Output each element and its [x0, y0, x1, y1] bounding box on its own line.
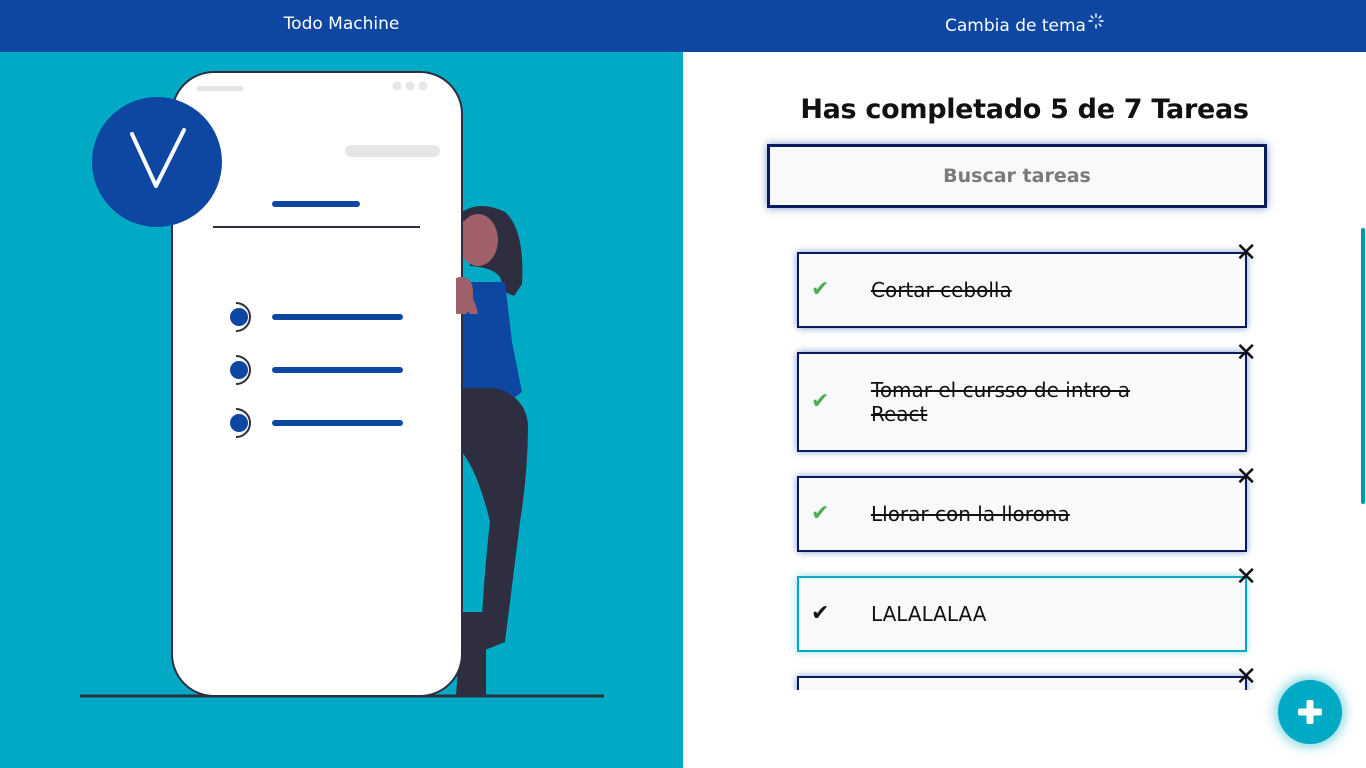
todo-text: Tomar el cursso de intro a React: [871, 378, 1130, 426]
todo-item: ✔ Cortar cebolla ✕: [797, 240, 1257, 328]
delete-icon[interactable]: ✕: [1235, 340, 1257, 366]
theme-toggle-label: Cambia de tema: [945, 16, 1086, 36]
search-input[interactable]: [767, 144, 1267, 208]
todo-item: ✕: [797, 664, 1257, 690]
todo-text: Llorar con la llorona: [871, 502, 1070, 526]
todo-item: ✔ LALALALAA ✕: [797, 564, 1257, 652]
add-todo-button[interactable]: [1278, 680, 1342, 744]
scrollbar[interactable]: [1361, 228, 1365, 504]
app-title: Todo Machine: [283, 14, 400, 34]
todo-counter: Has completado 5 de 7 Tareas: [800, 94, 1249, 125]
delete-icon[interactable]: ✕: [1235, 564, 1257, 590]
plus-icon: [1298, 700, 1322, 724]
check-icon[interactable]: ✔: [811, 603, 829, 625]
check-icon[interactable]: ✔: [811, 391, 829, 413]
delete-icon[interactable]: ✕: [1235, 464, 1257, 490]
sparkle-icon: [1088, 13, 1104, 33]
hero-illustration-panel: [0, 52, 683, 768]
todo-item: ✔ Tomar el cursso de intro a React ✕: [797, 340, 1257, 452]
delete-icon[interactable]: ✕: [1235, 240, 1257, 266]
delete-icon[interactable]: ✕: [1235, 664, 1257, 690]
theme-toggle-button[interactable]: Cambia de tema: [683, 0, 1366, 52]
phone-illustration: [80, 71, 604, 698]
todo-text: Cortar cebolla: [871, 278, 1012, 302]
todo-item: ✔ Llorar con la llorona ✕: [797, 464, 1257, 552]
check-icon[interactable]: ✔: [811, 279, 829, 301]
check-icon[interactable]: ✔: [811, 503, 829, 525]
todo-text: LALALALAA: [871, 602, 987, 626]
todo-list[interactable]: ✔ Cortar cebolla ✕ ✔ Tomar el cursso de …: [683, 232, 1366, 690]
app-header: Todo Machine Cambia de tema: [0, 0, 1366, 52]
main-content: Has completado 5 de 7 Tareas ✔ Cortar ce…: [683, 52, 1366, 768]
